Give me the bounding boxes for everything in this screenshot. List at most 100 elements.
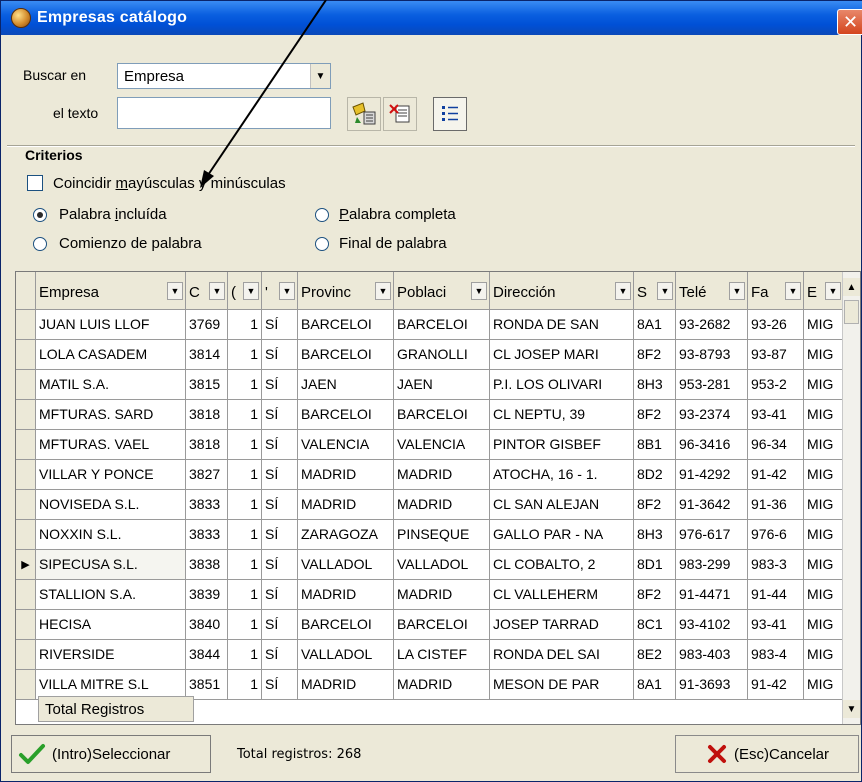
chevron-down-icon[interactable]: ▼	[375, 282, 391, 300]
chevron-down-icon[interactable]: ▼	[209, 282, 225, 300]
radio-word-start-label[interactable]: Comienzo de palabra	[59, 235, 202, 252]
chevron-down-icon[interactable]: ▼	[657, 282, 673, 300]
table-cell[interactable]: ZARAGOZA	[298, 520, 394, 550]
table-cell[interactable]: NOVISEDA S.L.	[36, 490, 186, 520]
table-cell[interactable]: MFTURAS. VAEL	[36, 430, 186, 460]
table-cell[interactable]: LA CISTEF	[394, 640, 490, 670]
table-cell[interactable]: 1	[228, 550, 262, 580]
table-cell[interactable]: 1	[228, 400, 262, 430]
match-case-checkbox[interactable]	[27, 175, 43, 191]
table-cell[interactable]: MADRID	[394, 670, 490, 700]
table-row[interactable]: MFTURAS. VAEL 3818 1 SÍ VALENCIA VALENCIA PINT…	[16, 430, 844, 460]
table-cell[interactable]: NOXXIN S.L.	[36, 520, 186, 550]
table-cell[interactable]: JAEN	[298, 370, 394, 400]
table-cell[interactable]: MIG	[804, 370, 844, 400]
table-cell[interactable]: 8F2	[634, 400, 676, 430]
table-cell[interactable]: BARCELOI	[394, 610, 490, 640]
list-view-button[interactable]	[433, 97, 467, 131]
table-row[interactable]: LOLA CASADEM 3814 1 SÍ BARCELOI GRANOLLI CL JO…	[16, 340, 844, 370]
column-header[interactable]: Fa ▼	[748, 272, 804, 310]
table-cell[interactable]: VALENCIA	[298, 430, 394, 460]
scroll-down-icon[interactable]: ▼	[843, 700, 860, 718]
table-cell[interactable]: VALLADOL	[394, 550, 490, 580]
table-cell[interactable]: MIG	[804, 400, 844, 430]
table-cell[interactable]: MADRID	[298, 670, 394, 700]
table-cell[interactable]: 1	[228, 430, 262, 460]
table-cell[interactable]: 93-87	[748, 340, 804, 370]
table-cell[interactable]: 3818	[186, 430, 228, 460]
select-button[interactable]: (Intro)Seleccionar	[11, 735, 211, 773]
table-cell[interactable]: 976-6	[748, 520, 804, 550]
table-cell[interactable]: 1	[228, 340, 262, 370]
table-cell[interactable]: MIG	[804, 340, 844, 370]
table-cell[interactable]: 976-617	[676, 520, 748, 550]
table-cell[interactable]: CL JOSEP MARI	[490, 340, 634, 370]
table-cell[interactable]: 3838	[186, 550, 228, 580]
table-cell[interactable]: 93-4102	[676, 610, 748, 640]
table-cell[interactable]: 8F2	[634, 490, 676, 520]
table-cell[interactable]: 1	[228, 370, 262, 400]
chevron-down-icon[interactable]: ▼	[167, 282, 183, 300]
table-cell[interactable]: SÍ	[262, 490, 298, 520]
table-cell[interactable]: VILLAR Y PONCE	[36, 460, 186, 490]
table-cell[interactable]: 1	[228, 310, 262, 340]
table-cell[interactable]: MATIL S.A.	[36, 370, 186, 400]
clear-filter-button[interactable]	[383, 97, 417, 131]
table-cell[interactable]: MIG	[804, 580, 844, 610]
radio-word-included[interactable]	[33, 208, 47, 222]
table-cell[interactable]: BARCELOI	[298, 340, 394, 370]
table-cell[interactable]: MIG	[804, 490, 844, 520]
table-cell[interactable]: BARCELOI	[298, 400, 394, 430]
table-cell[interactable]: SÍ	[262, 610, 298, 640]
table-cell[interactable]: 93-26	[748, 310, 804, 340]
radio-whole-word[interactable]	[315, 208, 329, 222]
radio-word-end-label[interactable]: Final de palabra	[339, 235, 447, 252]
table-cell[interactable]: 1	[228, 520, 262, 550]
table-cell[interactable]: 3833	[186, 490, 228, 520]
table-cell[interactable]: BARCELOI	[394, 400, 490, 430]
table-cell[interactable]: 1	[228, 670, 262, 700]
table-row[interactable]: MATIL S.A. 3815 1 SÍ JAEN JAEN P.I. LOS OLIVAR…	[16, 370, 844, 400]
table-cell[interactable]: MIG	[804, 550, 844, 580]
table-cell[interactable]: 91-3642	[676, 490, 748, 520]
chevron-down-icon[interactable]: ▼	[310, 64, 330, 88]
table-cell[interactable]: 8D1	[634, 550, 676, 580]
table-cell[interactable]: 93-2374	[676, 400, 748, 430]
table-cell[interactable]: 983-4	[748, 640, 804, 670]
table-cell[interactable]: 953-2	[748, 370, 804, 400]
table-cell[interactable]: MIG	[804, 460, 844, 490]
column-header[interactable]: Dirección ▼	[490, 272, 634, 310]
column-header[interactable]: (▼	[228, 272, 262, 310]
table-cell[interactable]: SÍ	[262, 340, 298, 370]
table-cell[interactable]: SÍ	[262, 520, 298, 550]
table-cell[interactable]: PINTOR GISBEF	[490, 430, 634, 460]
table-cell[interactable]: 983-403	[676, 640, 748, 670]
table-cell[interactable]: SÍ	[262, 430, 298, 460]
table-cell[interactable]: SÍ	[262, 310, 298, 340]
table-row[interactable]: HECISA 3840 1 SÍ BARCELOI BARCELOI JOSEP TARRA…	[16, 610, 844, 640]
column-header[interactable]: Telé ▼	[676, 272, 748, 310]
table-cell[interactable]: MIG	[804, 610, 844, 640]
column-header[interactable]: C ▼	[186, 272, 228, 310]
table-cell[interactable]: VALLADOL	[298, 640, 394, 670]
table-row[interactable]: NOXXIN S.L. 3833 1 SÍ ZARAGOZA PINSEQUE GALLO …	[16, 520, 844, 550]
table-cell[interactable]: 8F2	[634, 580, 676, 610]
table-cell[interactable]: LOLA CASADEM	[36, 340, 186, 370]
scroll-thumb[interactable]	[844, 300, 859, 324]
table-cell[interactable]: SÍ	[262, 400, 298, 430]
table-cell[interactable]: 3769	[186, 310, 228, 340]
table-cell[interactable]: 8A1	[634, 670, 676, 700]
table-cell[interactable]: CL VALLEHERM	[490, 580, 634, 610]
table-cell[interactable]: MFTURAS. SARD	[36, 400, 186, 430]
table-cell[interactable]: JOSEP TARRAD	[490, 610, 634, 640]
table-cell[interactable]: 8H3	[634, 520, 676, 550]
table-cell[interactable]: 1	[228, 640, 262, 670]
table-cell[interactable]: 3839	[186, 580, 228, 610]
table-cell[interactable]: RONDA DE SAN	[490, 310, 634, 340]
table-cell[interactable]: GRANOLLI	[394, 340, 490, 370]
search-text-input[interactable]	[117, 97, 331, 129]
table-cell[interactable]: 3815	[186, 370, 228, 400]
chevron-down-icon[interactable]: ▼	[243, 282, 259, 300]
close-button[interactable]: ✕	[837, 9, 862, 35]
table-cell[interactable]: 953-281	[676, 370, 748, 400]
